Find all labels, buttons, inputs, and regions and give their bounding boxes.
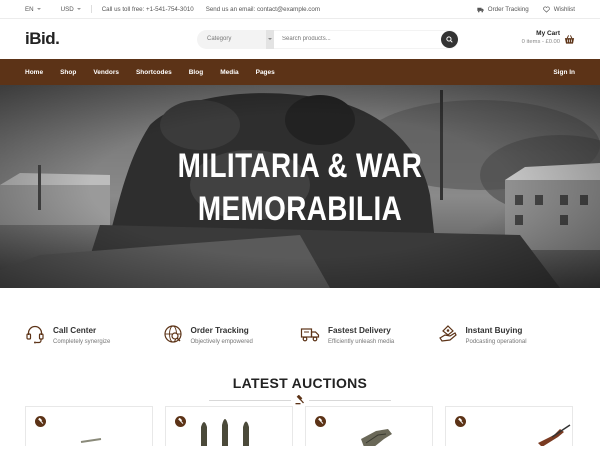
features-row: Call Center Completely synergize Order T… [0, 324, 600, 354]
auction-cards [0, 406, 600, 446]
top-bar: EN USD Call us toll free: +1-541-754-301… [0, 0, 600, 19]
wishlist-label: Wishlist [553, 5, 575, 13]
phone-text: Call us toll free: +1-541-754-3010 [101, 5, 194, 13]
cart-title: My Cart [536, 30, 560, 37]
section-divider [0, 395, 600, 405]
search-category-select[interactable]: Category [197, 29, 274, 49]
truck-icon [477, 7, 484, 12]
product-image [201, 419, 249, 446]
gavel-icon [295, 395, 304, 405]
currency-label: USD [60, 5, 74, 13]
nav-item-shop[interactable]: Shop [60, 69, 76, 76]
nav-item-vendors[interactable]: Vendors [93, 69, 119, 76]
product-image [80, 438, 102, 443]
feature-title: Instant Buying [465, 326, 523, 335]
nav-item-blog[interactable]: Blog [189, 69, 203, 76]
search-icon [446, 35, 453, 43]
search-category-label: Category [207, 36, 232, 42]
cart[interactable]: My Cart 0 items - £0.00 [522, 30, 575, 45]
nav-item-home[interactable]: Home [25, 69, 43, 76]
nav-item-pages[interactable]: Pages [256, 69, 275, 76]
section-title: LATEST AUCTIONS [232, 375, 368, 391]
sign-in-link[interactable]: Sign In [553, 69, 575, 76]
hero-title-line-1: MILITARIA & WAR [177, 147, 423, 185]
header: iBid. Category My Cart 0 items - £0.00 [0, 19, 600, 59]
chevron-down-icon [76, 8, 81, 10]
nav-item-shortcodes[interactable]: Shortcodes [136, 69, 172, 76]
language-label: EN [25, 5, 34, 13]
feature-title: Order Tracking [190, 326, 249, 335]
hero-banner: MILITARIA & WAR MEMORABILIA [0, 85, 600, 288]
hero-title: MILITARIA & WAR MEMORABILIA [54, 145, 546, 231]
divider-line [209, 399, 291, 401]
feature-order-tracking: Order Tracking Objectively empowered [163, 324, 301, 354]
search-globe-icon [163, 325, 182, 343]
search-button[interactable] [441, 30, 458, 48]
feature-call-center: Call Center Completely synergize [25, 324, 163, 354]
order-tracking-label: Order Tracking [487, 5, 529, 13]
divider [90, 5, 92, 13]
hand-coin-icon [438, 325, 457, 342]
auction-card[interactable] [305, 406, 433, 446]
feature-subtitle: Podcasting operational [465, 339, 527, 345]
wishlist-link[interactable]: Wishlist [542, 5, 575, 13]
chevron-down-icon [266, 29, 274, 49]
product-image [361, 429, 392, 446]
product-image [538, 424, 571, 446]
feature-fastest-delivery: Fastest Delivery Efficiently unleash med… [300, 324, 438, 354]
search-bar: Category [197, 29, 459, 49]
auction-card[interactable] [165, 406, 293, 446]
divider-line [309, 399, 391, 401]
chevron-down-icon [36, 8, 41, 10]
language-selector[interactable]: EN [25, 6, 41, 13]
truck-icon [300, 328, 320, 342]
search-input[interactable] [274, 30, 459, 48]
feature-instant-buying: Instant Buying Podcasting operational [438, 324, 576, 354]
main-nav: Home Shop Vendors Shortcodes Blog Media … [0, 59, 600, 85]
cart-summary: 0 items - £0.00 [521, 39, 560, 45]
logo[interactable]: iBid. [25, 29, 173, 49]
auction-card[interactable] [25, 406, 153, 446]
feature-title: Fastest Delivery [328, 326, 391, 335]
basket-icon [564, 35, 575, 44]
order-tracking-link[interactable]: Order Tracking [477, 6, 529, 13]
headset-icon [26, 325, 44, 344]
hero-title-line-2: MEMORABILIA [197, 190, 403, 228]
email-text: Send us an email: contact@example.com [205, 5, 320, 13]
currency-selector[interactable]: USD [61, 6, 81, 13]
auction-card[interactable] [445, 406, 573, 446]
feature-subtitle: Objectively empowered [190, 339, 253, 345]
feature-subtitle: Efficiently unleash media [328, 339, 395, 345]
feature-subtitle: Completely synergize [53, 339, 111, 345]
heart-icon [542, 6, 550, 13]
nav-item-media[interactable]: Media [220, 69, 238, 76]
feature-title: Call Center [53, 326, 97, 335]
